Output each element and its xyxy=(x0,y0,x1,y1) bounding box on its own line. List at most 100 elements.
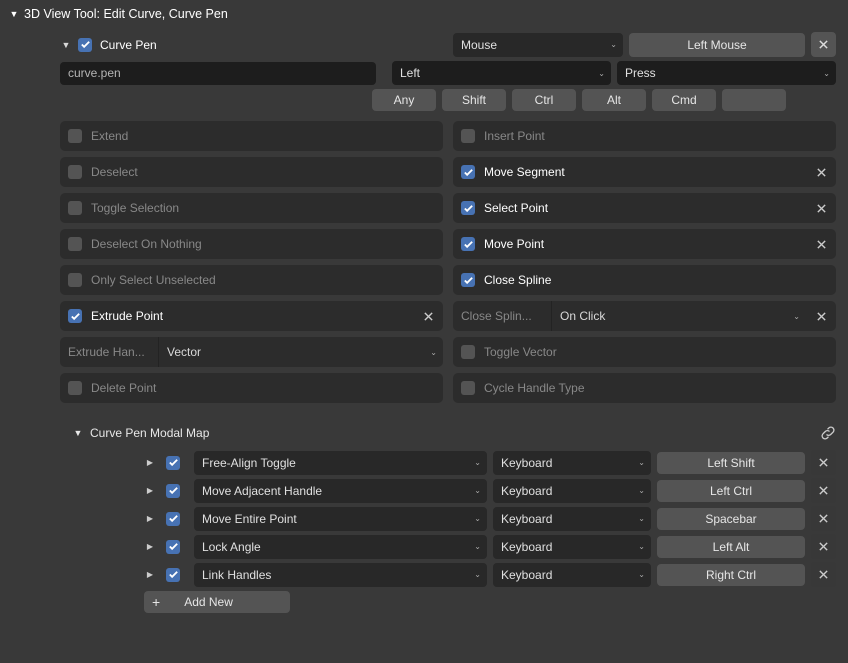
expand-icon[interactable]: ▶ xyxy=(144,514,156,523)
key-button[interactable]: Left Ctrl xyxy=(657,480,805,502)
enable-checkbox[interactable] xyxy=(166,568,180,582)
enable-checkbox[interactable] xyxy=(78,38,92,52)
key-button[interactable]: Left Shift xyxy=(657,452,805,474)
option-checkbox[interactable] xyxy=(68,237,82,251)
option-checkbox[interactable] xyxy=(461,129,475,143)
option-checkbox[interactable] xyxy=(68,201,82,215)
modal-map-row: ▶ Move Entire Point⌄ Keyboard⌄ Spacebar xyxy=(144,506,836,531)
modal-map-header[interactable]: ▼ Curve Pen Modal Map xyxy=(72,419,836,447)
option-row: Extrude Han... Vector⌄ xyxy=(60,337,443,367)
option-checkbox[interactable] xyxy=(461,201,475,215)
option-checkbox[interactable] xyxy=(68,381,82,395)
option-label: Cycle Handle Type xyxy=(484,381,828,395)
option-row: Select Point xyxy=(453,193,836,223)
modal-map-row: ▶ Free-Align Toggle⌄ Keyboard⌄ Left Shif… xyxy=(144,450,836,475)
option-select[interactable]: Vector⌄ xyxy=(158,337,443,367)
action-select[interactable]: Move Entire Point⌄ xyxy=(194,507,487,531)
key-button[interactable]: Spacebar xyxy=(657,508,805,530)
option-label: Only Select Unselected xyxy=(91,273,435,287)
option-row: Close Splin... On Click⌄ xyxy=(453,301,836,331)
collapse-icon: ▼ xyxy=(72,428,84,438)
binding-header-row: ▼ Curve Pen Mouse⌄ Left Mouse xyxy=(60,32,848,57)
plus-icon: + xyxy=(152,595,160,609)
option-label: Select Point xyxy=(484,201,805,215)
option-row: Cycle Handle Type xyxy=(453,373,836,403)
panel-header[interactable]: ▼ 3D View Tool: Edit Curve, Curve Pen xyxy=(0,0,848,28)
remove-row-button[interactable] xyxy=(811,534,836,559)
mod-extra[interactable] xyxy=(722,89,786,111)
input-type-select[interactable]: Keyboard⌄ xyxy=(493,563,651,587)
binding-label: Curve Pen xyxy=(100,38,157,52)
input-type-select[interactable]: Keyboard⌄ xyxy=(493,479,651,503)
key-button[interactable]: Left Alt xyxy=(657,536,805,558)
input-type-select[interactable]: Keyboard⌄ xyxy=(493,535,651,559)
mod-cmd[interactable]: Cmd xyxy=(652,89,716,111)
option-row: Move Segment xyxy=(453,157,836,187)
enable-checkbox[interactable] xyxy=(166,512,180,526)
identifier-input[interactable]: curve.pen xyxy=(60,62,376,85)
option-label: Delete Point xyxy=(91,381,435,395)
enable-checkbox[interactable] xyxy=(166,484,180,498)
reset-icon[interactable] xyxy=(814,165,828,179)
option-row: Delete Point xyxy=(60,373,443,403)
option-label: Extrude Han... xyxy=(68,345,150,359)
mod-any[interactable]: Any xyxy=(372,89,436,111)
reset-icon[interactable] xyxy=(814,309,828,323)
option-checkbox[interactable] xyxy=(461,345,475,359)
option-row: Move Point xyxy=(453,229,836,259)
input-type-select[interactable]: Mouse⌄ xyxy=(453,33,623,57)
enable-checkbox[interactable] xyxy=(166,456,180,470)
option-checkbox[interactable] xyxy=(461,237,475,251)
option-row: Insert Point xyxy=(453,121,836,151)
modal-map-title: Curve Pen Modal Map xyxy=(90,426,209,440)
option-label: Move Point xyxy=(484,237,805,251)
reset-icon[interactable] xyxy=(814,237,828,251)
expand-icon[interactable]: ▶ xyxy=(144,542,156,551)
modifier-row: Any Shift Ctrl Alt Cmd xyxy=(372,89,848,111)
option-row: Close Spline xyxy=(453,265,836,295)
option-checkbox[interactable] xyxy=(461,381,475,395)
expand-icon[interactable]: ▶ xyxy=(144,486,156,495)
remove-binding-button[interactable] xyxy=(811,32,836,57)
mod-alt[interactable]: Alt xyxy=(582,89,646,111)
option-row: Extrude Point xyxy=(60,301,443,331)
action-select[interactable]: Free-Align Toggle⌄ xyxy=(194,451,487,475)
option-row: Toggle Selection xyxy=(60,193,443,223)
action-select[interactable]: Link Handles⌄ xyxy=(194,563,487,587)
key-value-select[interactable]: Left⌄ xyxy=(392,61,611,85)
option-select[interactable]: On Click⌄ xyxy=(551,301,806,331)
mod-ctrl[interactable]: Ctrl xyxy=(512,89,576,111)
expand-icon[interactable]: ▶ xyxy=(144,570,156,579)
input-type-select[interactable]: Keyboard⌄ xyxy=(493,507,651,531)
remove-row-button[interactable] xyxy=(811,506,836,531)
action-select[interactable]: Move Adjacent Handle⌄ xyxy=(194,479,487,503)
add-new-button[interactable]: + Add New xyxy=(144,591,290,613)
input-type-select[interactable]: Keyboard⌄ xyxy=(493,451,651,475)
enable-checkbox[interactable] xyxy=(166,540,180,554)
remove-row-button[interactable] xyxy=(811,478,836,503)
collapse-icon[interactable]: ▼ xyxy=(60,40,72,50)
remove-row-button[interactable] xyxy=(811,450,836,475)
option-checkbox[interactable] xyxy=(461,273,475,287)
option-checkbox[interactable] xyxy=(461,165,475,179)
option-checkbox[interactable] xyxy=(68,165,82,179)
reset-icon[interactable] xyxy=(421,309,435,323)
reset-icon[interactable] xyxy=(814,201,828,215)
event-select[interactable]: Press⌄ xyxy=(617,61,836,85)
modal-map-row: ▶ Link Handles⌄ Keyboard⌄ Right Ctrl xyxy=(144,562,836,587)
expand-icon[interactable]: ▶ xyxy=(144,458,156,467)
option-row: Deselect xyxy=(60,157,443,187)
option-label: Extend xyxy=(91,129,435,143)
option-checkbox[interactable] xyxy=(68,273,82,287)
collapse-icon: ▼ xyxy=(8,9,20,19)
modal-map-row: ▶ Lock Angle⌄ Keyboard⌄ Left Alt xyxy=(144,534,836,559)
option-checkbox[interactable] xyxy=(68,129,82,143)
action-select[interactable]: Lock Angle⌄ xyxy=(194,535,487,559)
panel-title: 3D View Tool: Edit Curve, Curve Pen xyxy=(24,7,228,21)
key-button[interactable]: Right Ctrl xyxy=(657,564,805,586)
option-row: Extend xyxy=(60,121,443,151)
key-button[interactable]: Left Mouse xyxy=(629,33,805,57)
remove-row-button[interactable] xyxy=(811,562,836,587)
option-checkbox[interactable] xyxy=(68,309,82,323)
mod-shift[interactable]: Shift xyxy=(442,89,506,111)
